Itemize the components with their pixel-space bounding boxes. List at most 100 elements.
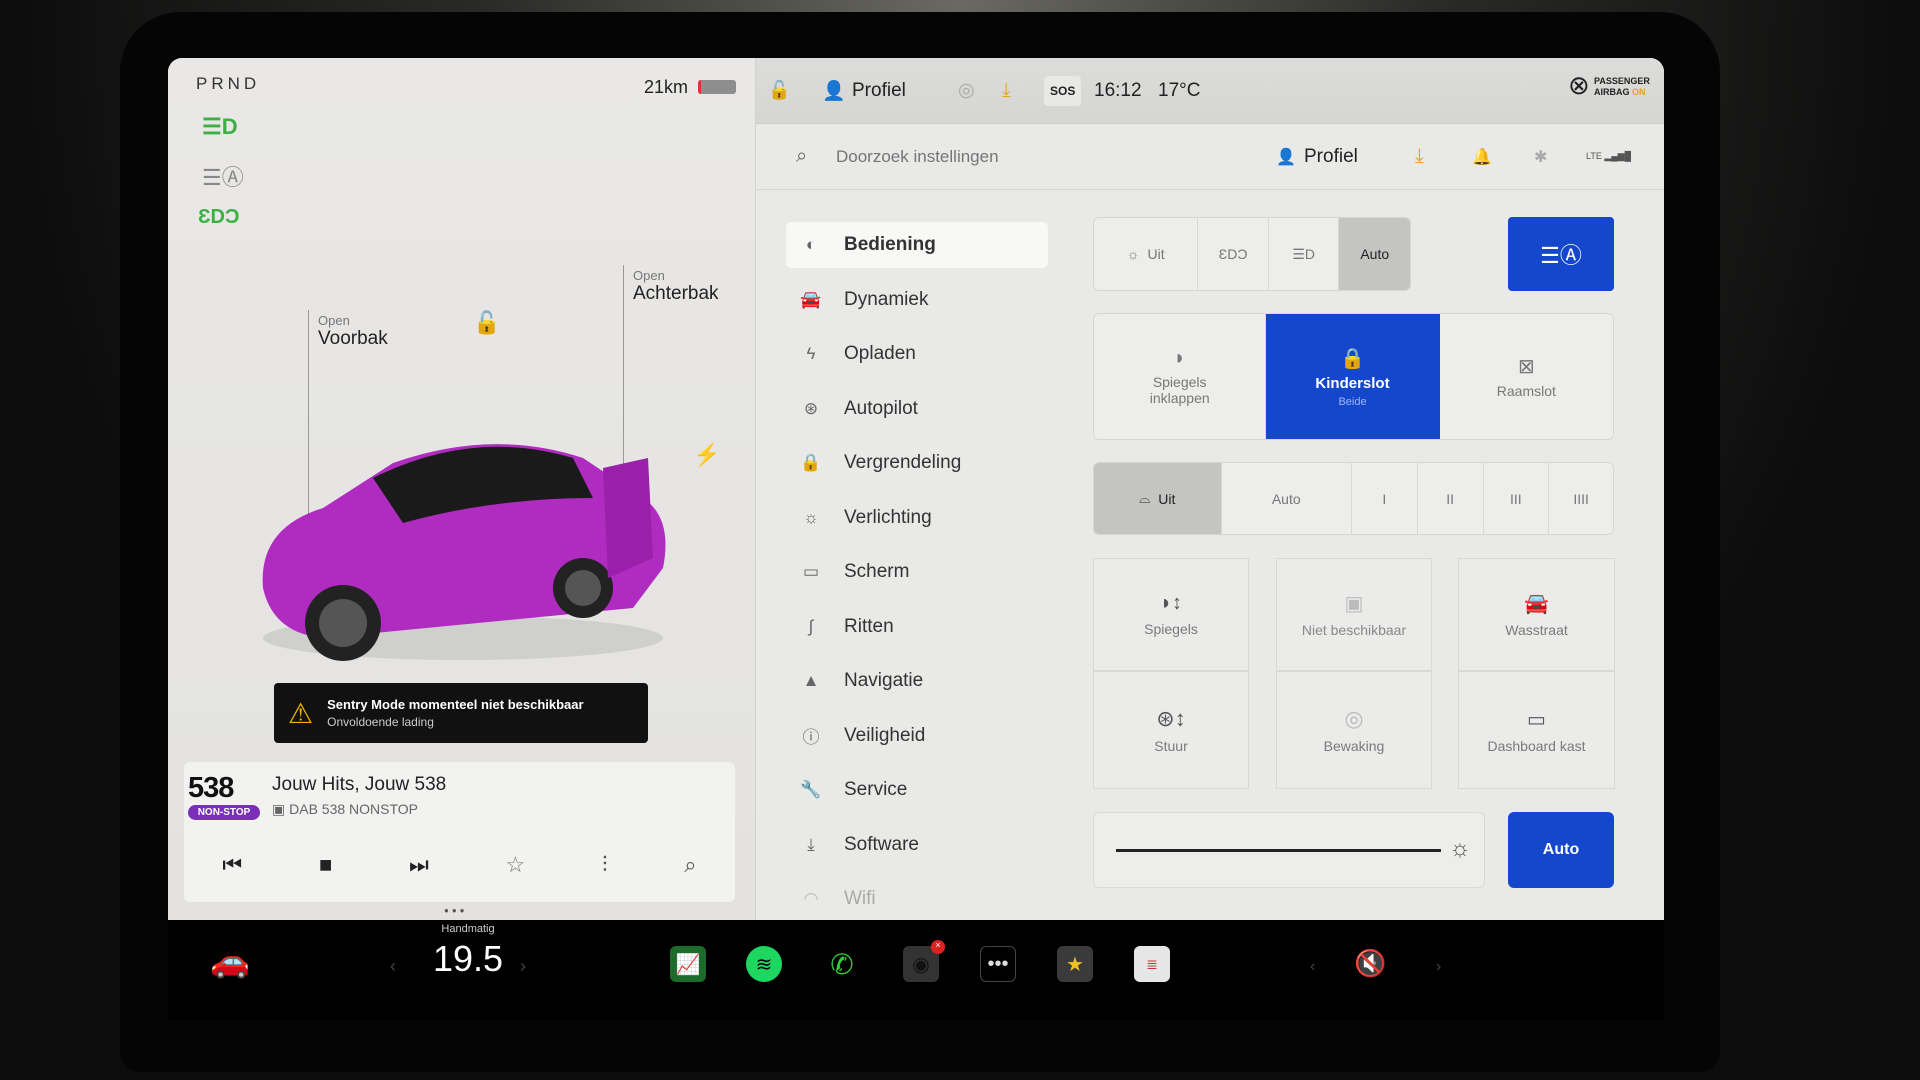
menu-item-label: Wifi <box>844 888 876 909</box>
search-icon: ⌕ <box>796 145 808 167</box>
brightness-track[interactable] <box>1116 849 1441 852</box>
temp-down-icon[interactable]: ‹ <box>390 956 396 977</box>
wiper-speed-4[interactable]: IIII <box>1549 463 1613 534</box>
glovebox-button[interactable]: ▭ Dashboard kast <box>1458 671 1615 789</box>
sos-button[interactable]: SOS <box>1044 75 1082 106</box>
status-bar: 🔓 👤 Profiel ◎ ⤓ SOS 16:12 17°C ⊗ PASSENG… <box>756 58 1664 124</box>
outside-temperature: 17°C <box>1158 79 1201 101</box>
bell-icon[interactable]: 🔔 <box>1472 147 1492 167</box>
volume-down-icon[interactable]: ‹ <box>1310 958 1315 976</box>
settings-menu-item-bediening[interactable]: ◐ Bediening <box>786 222 1048 268</box>
menu-item-label: Bediening <box>844 234 936 255</box>
favorite-icon[interactable]: ☆ <box>506 852 526 878</box>
toybox-icon[interactable]: ★ <box>1057 946 1093 982</box>
navigation-icon: ▲ <box>802 671 820 690</box>
menu-item-label: Autopilot <box>844 397 918 419</box>
settings-menu-item-software[interactable]: ⤓ Software <box>786 822 1048 868</box>
warning-icon: ⚠ <box>288 697 314 729</box>
spotify-icon[interactable]: ≋ <box>746 946 782 982</box>
brightness-slider[interactable]: ☼ <box>1093 812 1485 888</box>
profile-button[interactable]: Profiel <box>1304 146 1358 168</box>
stop-icon[interactable]: ■ <box>319 852 332 878</box>
settings-menu-item-navigatie[interactable]: ▲ Navigatie <box>786 658 1048 704</box>
steering-wheel-icon: ⊛ <box>803 398 819 418</box>
sentry-button[interactable]: ◎ Bewaking <box>1276 671 1432 789</box>
download-icon[interactable]: ⤓ <box>1415 145 1424 168</box>
sentry-alert: ⚠ Sentry Mode momenteel niet beschikbaar… <box>274 683 648 743</box>
lte-signal-icon: LTE ▂▄▆█ <box>1586 151 1631 161</box>
sentry-icon: ◎ <box>1344 706 1364 731</box>
parking-lights-button[interactable]: ƐDƆ <box>1198 218 1269 290</box>
wiper-auto-button[interactable]: Auto <box>1222 463 1352 534</box>
settings-search-input[interactable] <box>836 146 1136 167</box>
wiper-speed-2[interactable]: II <box>1418 463 1484 534</box>
car-wash-button[interactable]: 🚘 Wasstraat <box>1458 558 1615 671</box>
unavailable-button[interactable]: ▣ Niet beschikbaar <box>1276 558 1432 671</box>
lights-auto-button[interactable]: Auto <box>1339 218 1410 290</box>
menu-item-label: Service <box>844 779 908 800</box>
equalizer-icon[interactable]: ⫶ <box>602 852 608 878</box>
charge-port-icon[interactable]: ⚡ <box>693 442 720 468</box>
airbag-icon: ⊗ <box>1568 70 1590 100</box>
wifi-icon: ◠ <box>803 889 819 908</box>
unlock-icon[interactable]: 🔓 <box>473 310 500 336</box>
wiper-off-button[interactable]: ⌓ Uit <box>1094 463 1222 534</box>
bolt-icon: ϟ <box>806 344 816 363</box>
phone-icon[interactable]: ✆ <box>824 946 860 982</box>
previous-icon[interactable]: ⏮ <box>222 852 242 878</box>
manual-icon[interactable]: ≣ <box>1134 946 1170 982</box>
low-beam-icon: ☰D <box>1292 245 1316 262</box>
car-panel: PRND ☰D ☰Ⓐ ƐDƆ 21km Open Voorbak Open Ac… <box>168 58 755 920</box>
menu-item-label: Scherm <box>844 561 910 582</box>
camera-icon: ▣ <box>1344 593 1364 615</box>
lock-status-icon[interactable]: 🔓 <box>768 80 790 101</box>
settings-menu-item-dynamiek[interactable]: 🚘 Dynamiek <box>786 277 1048 323</box>
bottom-dock: 🚗 ‹ Handmatig 19.5 › 📈 ≋ ✆ ◉ × ••• ★ ≣ ‹ … <box>168 920 1664 1020</box>
next-icon[interactable]: ⏭ <box>409 852 429 878</box>
settings-menu-item-verlichting[interactable]: ☼ Verlichting <box>786 495 1048 541</box>
volume-up-icon[interactable]: › <box>1436 958 1441 976</box>
glovebox-icon: ▭ <box>1527 708 1546 731</box>
settings-menu-item-veiligheid[interactable]: ⓘ Veiligheid <box>786 713 1048 759</box>
more-apps-icon[interactable]: ••• <box>980 946 1016 982</box>
mirror-adjust-icon: ◗↕ <box>1159 592 1183 614</box>
settings-menu-item-opladen[interactable]: ϟ Opladen <box>786 331 1048 377</box>
trunk-button[interactable]: Open Achterbak <box>633 268 719 305</box>
download-icon[interactable]: ⤓ <box>1002 80 1010 102</box>
settings-menu-item-service[interactable]: 🔧 Service <box>786 767 1048 813</box>
media-player: 538 NON-STOP Jouw Hits, Jouw 538 ▣ DAB 5… <box>184 762 735 902</box>
menu-item-label: Verlichting <box>844 506 932 528</box>
car-image <box>262 444 666 661</box>
light-icon: ☼ <box>803 507 819 527</box>
wrench-icon: 🔧 <box>800 780 822 799</box>
search-icon[interactable]: ⌕ <box>684 852 696 878</box>
settings-menu-item-scherm[interactable]: ▭ Scherm <box>786 549 1048 595</box>
low-beam-button[interactable]: ☰D <box>1269 218 1340 290</box>
mute-icon[interactable]: 🔇 <box>1354 948 1386 979</box>
toggle-icon: ◐ <box>805 235 817 254</box>
steering-adjust-button[interactable]: ⊛↕ Stuur <box>1093 671 1249 789</box>
fold-mirrors-button[interactable]: ◗ Spiegels inklappen <box>1094 314 1267 439</box>
profile-button[interactable]: Profiel <box>852 80 906 102</box>
settings-menu-item-vergrendeling[interactable]: 🔒 Vergrendeling <box>786 440 1048 486</box>
frunk-button[interactable]: Open Voorbak <box>318 313 388 350</box>
bluetooth-icon[interactable]: ✱ <box>1534 147 1547 167</box>
car-icon[interactable]: 🚗 <box>210 942 250 980</box>
wiper-speed-3[interactable]: III <box>1484 463 1550 534</box>
window-lock-button[interactable]: ⊠ Raamslot <box>1440 314 1613 439</box>
settings-menu-item-autopilot[interactable]: ⊛ Autopilot <box>786 386 1048 432</box>
page-dots[interactable]: ●●● <box>444 906 468 915</box>
lights-off-button[interactable]: ☼ Uit <box>1094 218 1199 290</box>
settings-menu-item-ritten[interactable]: ∫ Ritten <box>786 604 1048 650</box>
energy-app-icon[interactable]: 📈 <box>670 946 706 982</box>
brightness-auto-button[interactable]: Auto <box>1508 812 1614 888</box>
cabin-temperature[interactable]: 19.5 <box>420 938 516 980</box>
temp-up-icon[interactable]: › <box>520 956 526 977</box>
auto-high-beam-button[interactable]: ☰Ⓐ <box>1508 217 1614 291</box>
wiper-speed-1[interactable]: I <box>1352 463 1418 534</box>
brightness-icon: ☼ <box>1449 835 1471 862</box>
mirrors-adjust-button[interactable]: ◗↕ Spiegels <box>1093 558 1249 671</box>
child-lock-button[interactable]: 🔒 Kinderslot Beide <box>1266 314 1440 439</box>
camera-app-icon[interactable]: ◉ × <box>903 940 945 982</box>
settings-menu-item-wifi[interactable]: ◠ Wifi <box>786 876 1048 920</box>
